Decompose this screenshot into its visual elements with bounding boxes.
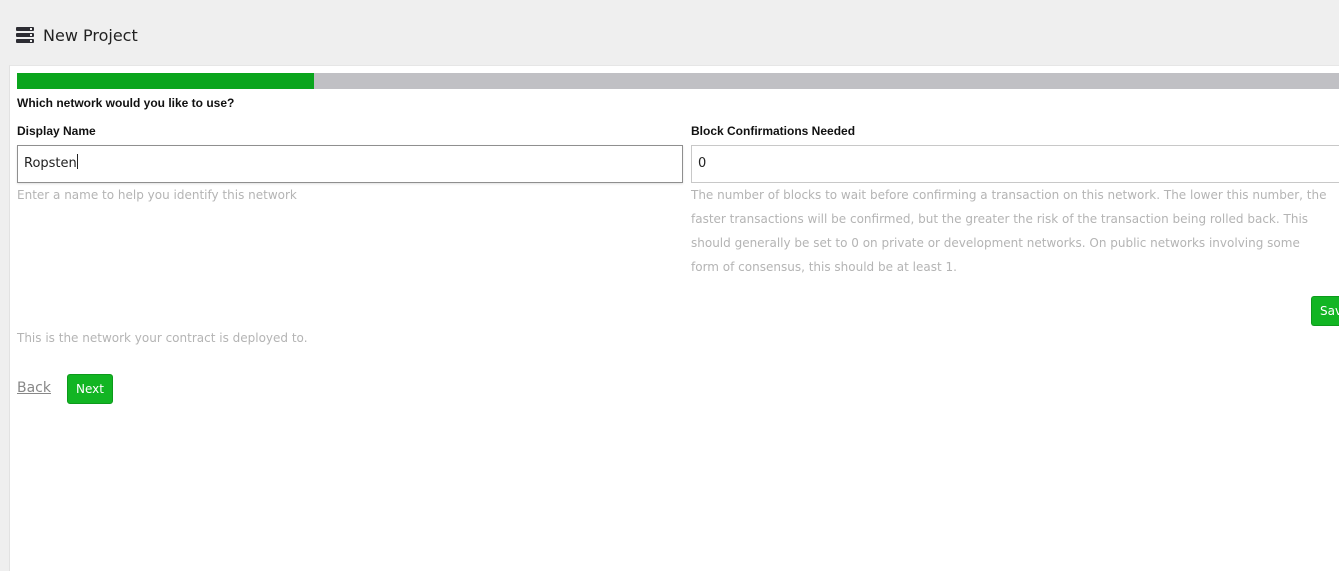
server-stack-icon [16,27,34,43]
text-caret [76,154,78,169]
network-help: This is the network your contract is dep… [17,331,308,345]
progress-bar [17,73,1339,89]
next-button[interactable]: Next [67,374,113,404]
app-header: New Project [0,0,1339,65]
display-name-value: Ropsten [24,156,77,171]
network-question: Which network would you like to use? [17,96,235,110]
display-name-help: Enter a name to help you identify this n… [17,188,297,202]
content-panel [9,65,1339,571]
progress-fill [17,73,315,89]
block-confirmations-input[interactable]: 0 [691,145,1339,183]
save-button[interactable]: Save [1311,296,1339,326]
display-name-input[interactable]: Ropsten [17,145,683,183]
page-title: New Project [43,26,138,45]
block-confirmations-label: Block Confirmations Needed [691,124,856,138]
block-confirmations-help: The number of blocks to wait before conf… [691,188,1327,274]
display-name-label: Display Name [17,124,96,138]
back-link[interactable]: Back [17,380,51,396]
block-confirmations-value: 0 [698,156,707,171]
